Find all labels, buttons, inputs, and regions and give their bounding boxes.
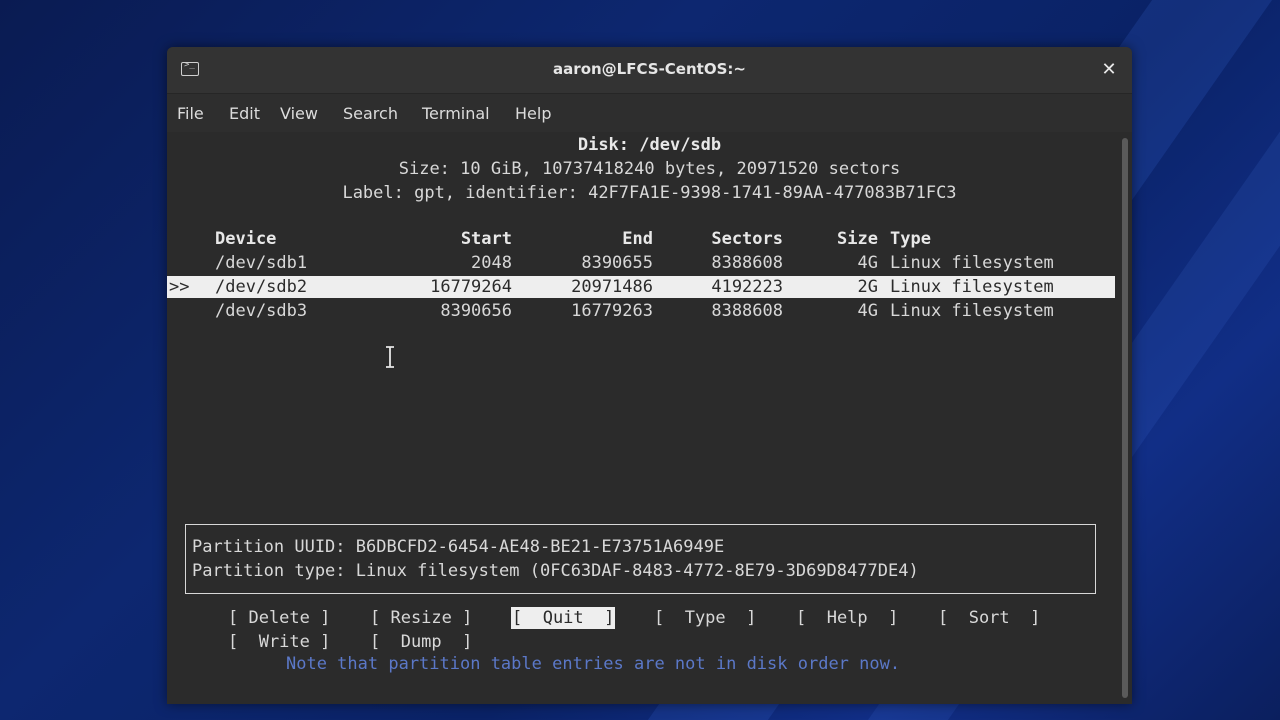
disk-name: Disk: /dev/sdb	[577, 135, 722, 155]
text-cursor-icon	[386, 346, 394, 368]
row-start: 16779264	[430, 277, 512, 297]
header-type: Type	[890, 229, 931, 249]
partition-uuid: Partition UUID: B6DBCFD2-6454-AE48-BE21-…	[192, 537, 725, 557]
header-size: Size	[837, 229, 878, 249]
row-device: /dev/sdb2	[215, 277, 308, 297]
partition-info-box: Partition UUID: B6DBCFD2-6454-AE48-BE21-…	[185, 524, 1096, 594]
menu-search[interactable]: Search	[343, 104, 398, 123]
row-end: 16779263	[571, 301, 653, 321]
row-device: /dev/sdb3	[215, 301, 308, 321]
terminal-window: >_ aaron@LFCS-CentOS:~ ✕ File Edit View …	[167, 47, 1132, 704]
sort-button[interactable]: [ Sort ]	[938, 607, 1040, 629]
resize-button[interactable]: [ Resize ]	[370, 607, 472, 629]
table-row[interactable]: /dev/sdb1 2048 8390655 8388608 4G Linux …	[167, 252, 1115, 274]
delete-button[interactable]: [ Delete ]	[228, 607, 330, 629]
help-button[interactable]: [ Help ]	[796, 607, 898, 629]
menu-file[interactable]: File	[177, 104, 204, 123]
close-icon[interactable]: ✕	[1098, 59, 1120, 81]
write-button[interactable]: [ Write ]	[228, 631, 330, 653]
type-button[interactable]: [ Type ]	[654, 607, 756, 629]
disk-size: Size: 10 GiB, 10737418240 bytes, 2097152…	[398, 159, 901, 179]
row-sectors: 8388608	[711, 253, 783, 273]
menu-bar: File Edit View Search Terminal Help	[167, 94, 1132, 132]
row-marker: >>	[169, 277, 190, 297]
title-bar[interactable]: >_ aaron@LFCS-CentOS:~ ✕	[167, 47, 1132, 94]
header-end: End	[622, 229, 653, 249]
header-sectors: Sectors	[711, 229, 783, 249]
table-row-selected[interactable]: >> /dev/sdb2 16779264 20971486 4192223 2…	[167, 276, 1115, 298]
row-end: 8390655	[581, 253, 653, 273]
row-start: 8390656	[440, 301, 512, 321]
row-size: 2G	[857, 277, 878, 297]
table-header: Device Start End Sectors Size Type	[167, 228, 1115, 250]
row-size: 4G	[857, 253, 878, 273]
menu-edit[interactable]: Edit	[229, 104, 260, 123]
row-device: /dev/sdb1	[215, 253, 308, 273]
status-note: Note that partition table entries are no…	[286, 654, 901, 674]
row-type: Linux filesystem	[890, 277, 1054, 297]
disk-label: Label: gpt, identifier: 42F7FA1E-9398-17…	[342, 183, 957, 203]
menu-terminal[interactable]: Terminal	[422, 104, 490, 123]
menu-view[interactable]: View	[280, 104, 318, 123]
window-title: aaron@LFCS-CentOS:~	[553, 60, 746, 78]
header-start: Start	[460, 229, 512, 249]
row-sectors: 8388608	[711, 301, 783, 321]
row-type: Linux filesystem	[890, 253, 1054, 273]
scrollbar[interactable]	[1122, 138, 1128, 698]
row-start: 2048	[471, 253, 512, 273]
row-size: 4G	[857, 301, 878, 321]
terminal-area[interactable]: Disk: /dev/sdb Size: 10 GiB, 10737418240…	[167, 132, 1132, 704]
row-sectors: 4192223	[711, 277, 783, 297]
dump-button[interactable]: [ Dump ]	[370, 631, 472, 653]
partition-type: Partition type: Linux filesystem (0FC63D…	[192, 561, 919, 581]
header-device: Device	[215, 229, 277, 249]
table-row[interactable]: /dev/sdb3 8390656 16779263 8388608 4G Li…	[167, 300, 1115, 322]
menu-help[interactable]: Help	[515, 104, 551, 123]
quit-button[interactable]: [ Quit ]	[511, 607, 616, 629]
row-end: 20971486	[571, 277, 653, 297]
row-type: Linux filesystem	[890, 301, 1054, 321]
